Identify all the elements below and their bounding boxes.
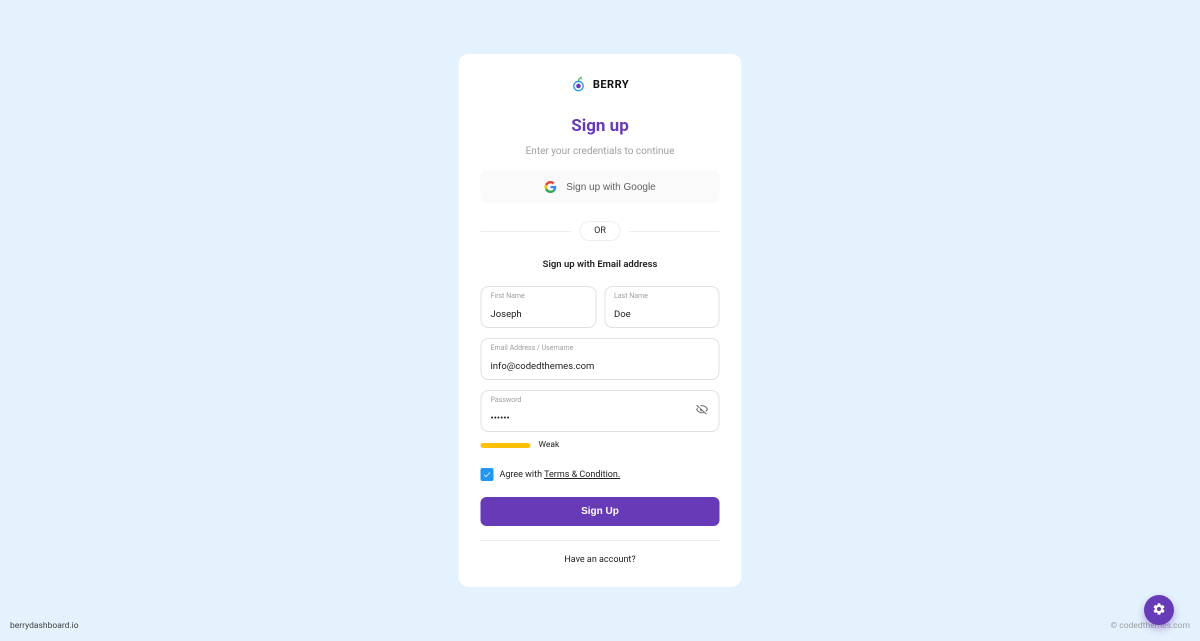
last-name-input[interactable] [614,309,710,320]
gear-icon [1152,601,1166,620]
google-signup-label: Sign up with Google [566,182,656,193]
last-name-field[interactable]: Last Name [604,286,720,328]
google-icon [544,181,556,193]
strength-bar [481,443,531,448]
brand-logo: BERRY [481,76,720,92]
signup-button[interactable]: Sign Up [481,497,720,526]
check-icon [483,470,492,479]
strength-label: Weak [539,440,560,450]
email-field[interactable]: Email Address / Username [481,338,720,380]
password-input[interactable] [491,413,689,424]
or-divider: OR [481,221,720,241]
toggle-password-visibility-button[interactable] [694,401,711,421]
terms-prefix: Agree with [500,470,545,480]
footer-left-link[interactable]: berrydashboard.io [10,621,79,631]
settings-fab[interactable] [1144,595,1174,625]
page-title: Sign up [481,116,720,136]
email-label: Email Address / Username [491,344,710,352]
brand-name: BERRY [593,78,629,91]
signup-card: BERRY Sign up Enter your credentials to … [459,54,742,587]
email-signup-heading: Sign up with Email address [481,259,720,270]
google-signup-button[interactable]: Sign up with Google [481,171,720,203]
password-strength: Weak [481,440,720,450]
terms-text: Agree with Terms & Condition. [500,470,621,480]
email-input[interactable] [491,361,710,372]
last-name-label: Last Name [614,292,710,300]
terms-checkbox[interactable] [481,468,494,481]
eye-off-icon [696,404,709,419]
page-subtitle: Enter your credentials to continue [481,146,720,157]
terms-link[interactable]: Terms & Condition. [544,470,620,480]
have-account-link[interactable]: Have an account? [481,555,720,565]
terms-row: Agree with Terms & Condition. [481,468,720,481]
password-field[interactable]: Password [481,390,720,432]
divider-line [629,231,720,232]
password-label: Password [491,396,689,404]
berry-logo-icon [571,76,587,92]
divider-line [481,231,572,232]
first-name-label: First Name [491,292,587,300]
first-name-input[interactable] [491,309,587,320]
first-name-field[interactable]: First Name [481,286,597,328]
or-chip: OR [579,221,621,241]
bottom-divider [481,540,720,541]
